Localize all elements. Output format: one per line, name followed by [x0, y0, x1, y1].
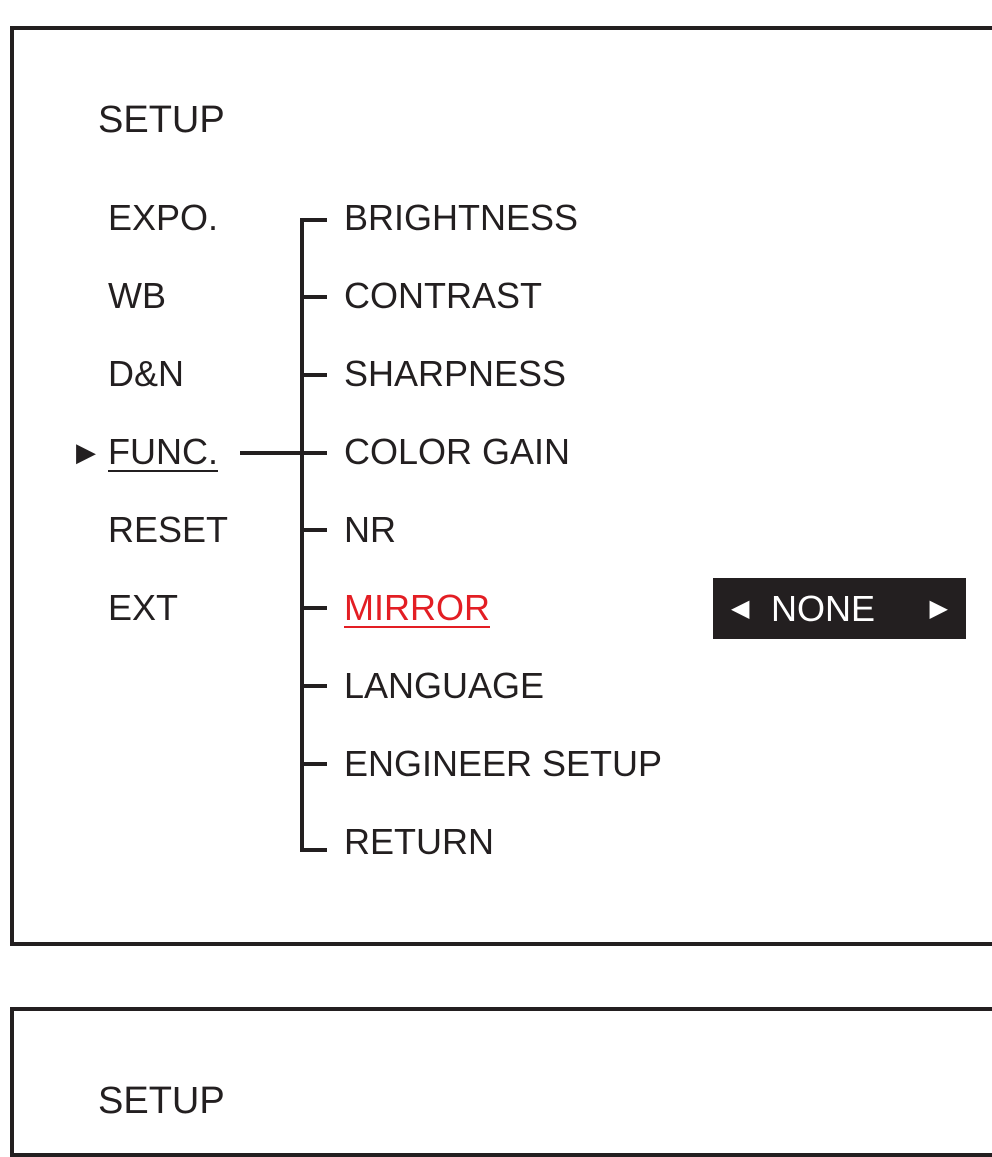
menu-item-dn[interactable]: D&N [108, 354, 184, 394]
menu-item-ext[interactable]: EXT [108, 588, 178, 628]
submenu-item-nr[interactable]: NR [344, 510, 396, 550]
submenu-item-mirror[interactable]: MIRROR [344, 588, 490, 628]
submenu-item-contrast[interactable]: CONTRAST [344, 276, 542, 316]
menu-item-wb[interactable]: WB [108, 276, 166, 316]
mirror-value: NONE [771, 588, 876, 629]
mirror-value-selector[interactable]: ◀ NONE ▶ [713, 578, 966, 639]
page-title-2: SETUP [98, 1080, 225, 1122]
submenu-item-return[interactable]: RETURN [344, 822, 494, 862]
triangle-right-icon: ▶ [76, 437, 96, 467]
submenu-item-sharpness[interactable]: SHARPNESS [344, 354, 566, 394]
submenu-item-color-gain[interactable]: COLOR GAIN [344, 432, 570, 472]
submenu-item-engineer-setup[interactable]: ENGINEER SETUP [344, 744, 662, 784]
menu-item-func[interactable]: FUNC. [108, 432, 218, 472]
left-arrow-icon[interactable]: ◀ [731, 578, 749, 639]
right-arrow-icon[interactable]: ▶ [930, 578, 948, 639]
submenu-item-brightness[interactable]: BRIGHTNESS [344, 198, 578, 238]
setup-panel-2: SETUP [10, 1007, 992, 1157]
menu-tree-connector [240, 218, 327, 852]
menu-item-reset[interactable]: RESET [108, 510, 228, 550]
menu-item-expo[interactable]: EXPO. [108, 198, 218, 238]
submenu-item-language[interactable]: LANGUAGE [344, 666, 544, 706]
setup-panel: SETUP EXPO. WB D&N ▶ FUNC. RESET EXT BRI… [10, 26, 992, 946]
